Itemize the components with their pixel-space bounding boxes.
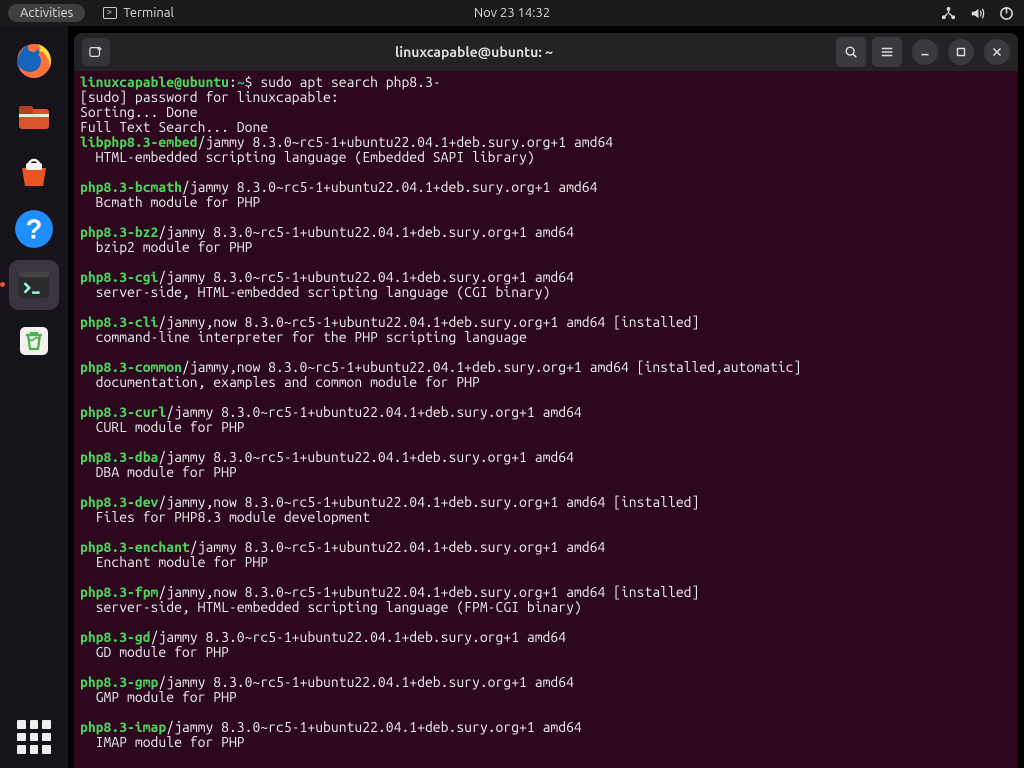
new-tab-button[interactable] <box>82 38 110 66</box>
svg-text:?: ? <box>26 213 43 244</box>
minimize-icon <box>918 45 932 59</box>
hamburger-icon <box>880 45 894 59</box>
volume-icon <box>970 6 985 21</box>
gnome-top-bar: Activities Terminal Nov 23 14:32 <box>0 0 1024 26</box>
search-button[interactable] <box>836 37 866 67</box>
terminal-icon <box>103 7 117 19</box>
software-icon <box>14 153 54 193</box>
clock[interactable]: Nov 23 14:32 <box>474 6 550 20</box>
dock: ? <box>0 26 68 768</box>
dock-files[interactable] <box>9 92 59 142</box>
window-title: linuxcapable@ubuntu: ~ <box>118 44 830 60</box>
hamburger-menu-button[interactable] <box>872 37 902 67</box>
dock-help[interactable]: ? <box>9 204 59 254</box>
activities-button[interactable]: Activities <box>8 4 85 22</box>
power-icon <box>999 6 1014 21</box>
dock-firefox[interactable] <box>9 36 59 86</box>
terminal-output[interactable]: linuxcapable@ubuntu:~$ sudo apt search p… <box>74 71 1018 768</box>
minimize-button[interactable] <box>912 39 938 65</box>
new-tab-icon <box>89 45 103 59</box>
maximize-icon <box>954 45 968 59</box>
close-icon <box>990 45 1004 59</box>
help-icon: ? <box>13 208 55 250</box>
window-titlebar: linuxcapable@ubuntu: ~ <box>74 33 1018 71</box>
files-icon <box>14 97 54 137</box>
search-icon <box>844 45 858 59</box>
trash-icon <box>14 321 54 361</box>
show-applications-button[interactable] <box>17 720 51 754</box>
network-icon <box>941 6 956 21</box>
app-menu[interactable]: Terminal <box>103 6 174 20</box>
dock-trash[interactable] <box>9 316 59 366</box>
terminal-window: linuxcapable@ubuntu: ~ linuxcapable@ubun… <box>74 33 1018 768</box>
maximize-button[interactable] <box>948 39 974 65</box>
dock-software[interactable] <box>9 148 59 198</box>
system-tray[interactable] <box>941 6 1014 21</box>
dock-terminal[interactable] <box>9 260 59 310</box>
app-menu-label: Terminal <box>123 6 174 20</box>
close-button[interactable] <box>984 39 1010 65</box>
terminal-dock-icon <box>15 266 53 304</box>
firefox-icon <box>14 41 54 81</box>
